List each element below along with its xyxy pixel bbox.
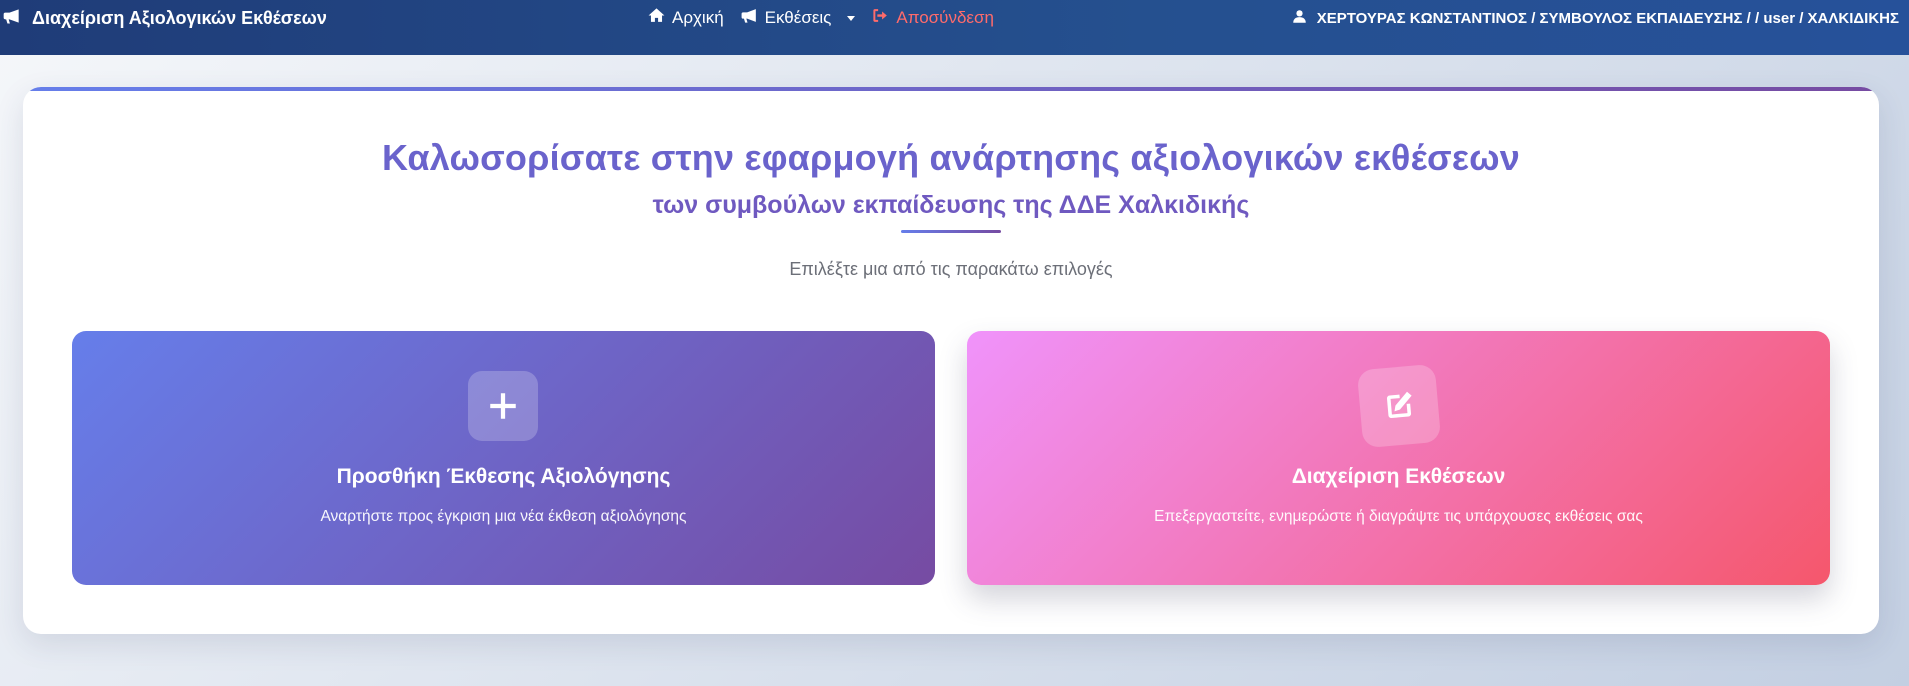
user-info[interactable]: ΧΕΡΤΟΥΡΑΣ ΚΩΝΣΤΑΝΤΙΝΟΣ / ΣΥΜΒΟΥΛΟΣ ΕΚΠΑΙ… — [1292, 6, 1899, 30]
user-icon — [1292, 9, 1307, 28]
add-report-card[interactable]: Προσθήκη Έκθεσης Αξιολόγησης Αναρτήστε π… — [72, 331, 935, 585]
brand-title: Διαχείριση Αξιολογικών Εκθέσεων — [32, 7, 327, 28]
user-label: ΧΕΡΤΟΥΡΑΣ ΚΩΝΣΤΑΝΤΙΝΟΣ / ΣΥΜΒΟΥΛΟΣ ΕΚΠΑΙ… — [1316, 9, 1899, 27]
nav-reports-dropdown[interactable]: Εκθέσεις — [740, 6, 856, 30]
nav-logout-label: Αποσύνδεση — [896, 8, 994, 27]
options-prompt: Επιλέξτε μια από τις παρακάτω επιλογές — [789, 259, 1113, 279]
plus-icon — [468, 371, 538, 441]
page-subtitle: των συμβούλων εκπαίδευσης της ΔΔΕ Χαλκιδ… — [652, 191, 1250, 219]
manage-reports-description: Επεξεργαστείτε, ενημερώστε ή διαγράψτε τ… — [1154, 508, 1643, 525]
nav-links: Αρχική Εκθέσεις Αποσύνδεση — [647, 6, 994, 30]
top-navbar: Διαχείριση Αξιολογικών Εκθέσεων Αρχική Ε… — [0, 0, 1909, 55]
title-underline — [901, 230, 1001, 233]
edit-icon — [1356, 363, 1442, 449]
manage-reports-title: Διαχείριση Εκθέσεων — [1291, 465, 1506, 488]
home-icon — [647, 6, 666, 30]
nav-home-link[interactable]: Αρχική — [647, 6, 724, 30]
megaphone-icon — [740, 6, 759, 30]
add-report-title: Προσθήκη Έκθεσης Αξιολόγησης — [336, 465, 671, 488]
nav-reports-label: Εκθέσεις — [764, 8, 832, 27]
brand[interactable]: Διαχείριση Αξιολογικών Εκθέσεων — [2, 6, 327, 30]
nav-logout-link[interactable]: Αποσύνδεση — [871, 6, 994, 30]
nav-home-label: Αρχική — [672, 8, 724, 27]
megaphone-icon — [2, 6, 22, 31]
caret-down-icon — [847, 15, 856, 21]
add-report-description: Αναρτήστε προς έγκριση μια νέα έκθεση αξ… — [320, 508, 687, 525]
welcome-card: Καλωσορίσατε στην εφαρμογή ανάρτησης αξι… — [23, 87, 1879, 634]
manage-reports-card[interactable]: Διαχείριση Εκθέσεων Επεξεργαστείτε, ενημ… — [967, 331, 1830, 585]
page-title: Καλωσορίσατε στην εφαρμογή ανάρτησης αξι… — [382, 137, 1520, 178]
sign-out-icon — [871, 6, 890, 30]
